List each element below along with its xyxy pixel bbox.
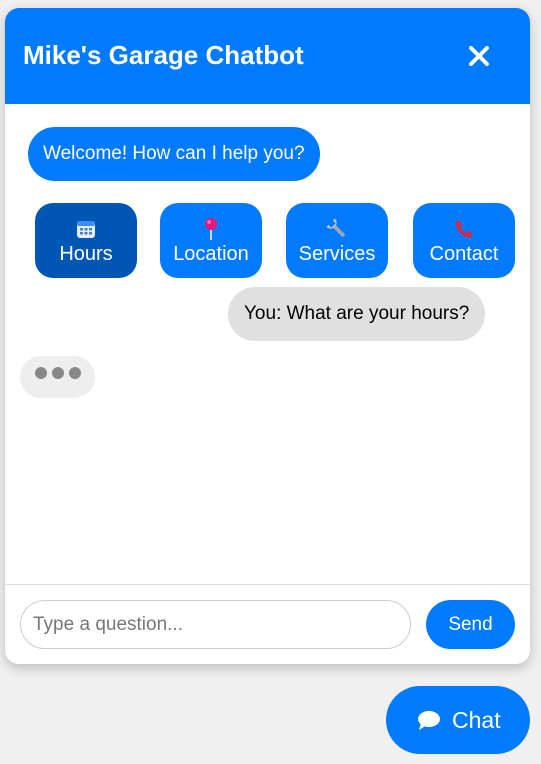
chat-launcher-button[interactable]: Chat: [386, 686, 530, 754]
quick-reply-services[interactable]: Services: [286, 203, 388, 278]
chat-header: Mike's Garage Chatbot: [5, 8, 530, 104]
chat-input-bar: Send: [5, 584, 530, 664]
wrench-icon: [286, 217, 388, 241]
typing-dot: [52, 367, 64, 379]
quick-reply-contact[interactable]: Contact: [413, 203, 515, 278]
chat-title: Mike's Garage Chatbot: [23, 40, 304, 70]
quick-reply-hours[interactable]: Hours: [35, 203, 137, 278]
quick-reply-label: Location: [173, 243, 249, 265]
user-message: You: What are your hours?: [228, 287, 486, 341]
question-input[interactable]: [20, 600, 411, 649]
quick-reply-label: Hours: [59, 243, 113, 265]
typing-dot: [69, 367, 81, 379]
send-button[interactable]: Send: [426, 600, 515, 649]
typing-indicator: [20, 356, 95, 398]
quick-reply-location[interactable]: Location: [160, 203, 262, 278]
phone-icon: [413, 217, 515, 241]
typing-dot: [35, 367, 47, 379]
pin-icon: [160, 217, 262, 241]
quick-reply-label: Contact: [429, 243, 499, 265]
chatbot-window: Mike's Garage Chatbot Welcome! How can I…: [5, 8, 530, 664]
close-button[interactable]: [461, 38, 497, 74]
bot-message: Welcome! How can I help you?: [28, 127, 320, 181]
chat-messages: Welcome! How can I help you? Hours Locat…: [5, 104, 530, 584]
speech-bubble-icon: [416, 710, 442, 732]
launcher-label: Chat: [452, 707, 501, 733]
calendar-icon: [35, 217, 137, 241]
quick-reply-label: Services: [298, 243, 376, 265]
close-icon: [469, 46, 489, 66]
